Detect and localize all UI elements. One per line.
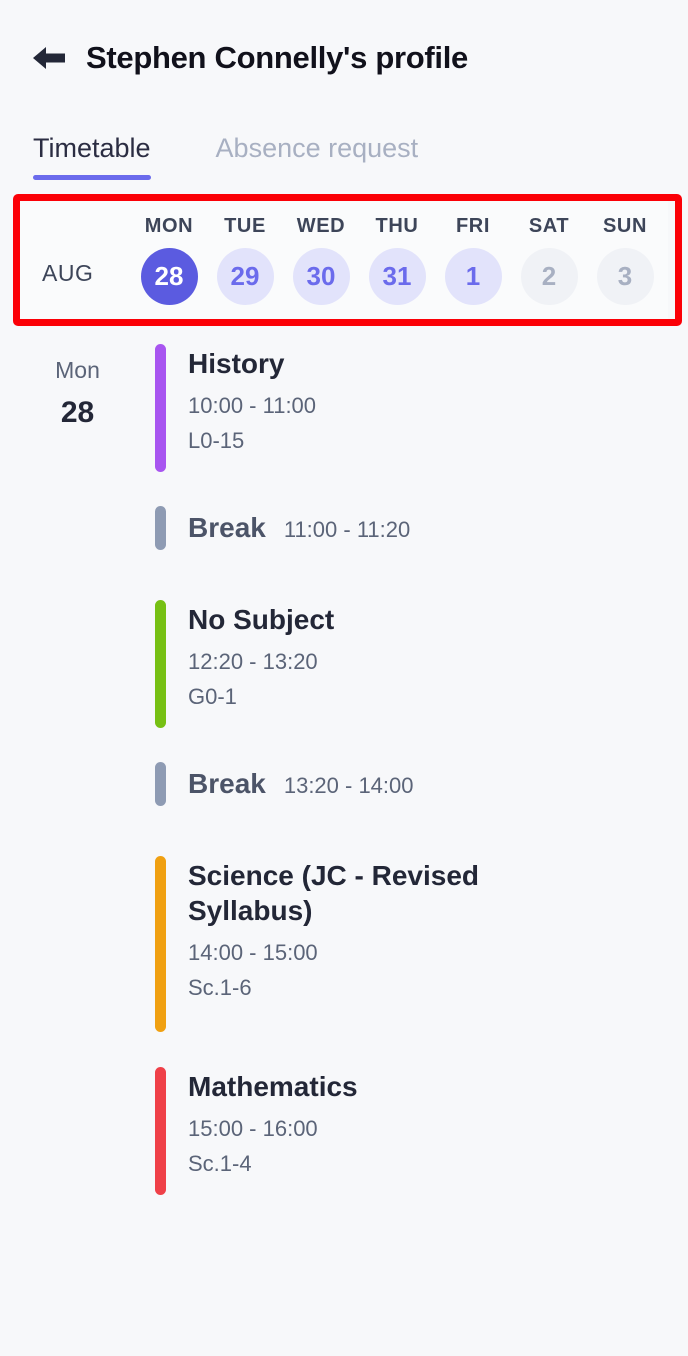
entry-color-bar xyxy=(155,856,166,1032)
tab-timetable-label: Timetable xyxy=(33,133,151,163)
day-cell-thu[interactable]: THU 31 xyxy=(360,215,434,305)
entry-body: Break 11:00 - 11:20 xyxy=(166,512,410,544)
entry-color-bar xyxy=(155,506,166,550)
day-label-sun: SUN xyxy=(602,215,648,237)
tab-bar: Timetable Absence request xyxy=(0,122,688,180)
day-cell-mon[interactable]: MON 28 xyxy=(132,215,206,305)
day-number-tue[interactable]: 29 xyxy=(216,248,274,305)
entry-color-bar xyxy=(155,344,166,472)
entry-body: Break 13:20 - 14:00 xyxy=(166,768,414,800)
entry-color-bar xyxy=(155,1067,166,1195)
entry-time: 10:00 - 11:00 xyxy=(188,393,317,418)
day-cell-sat[interactable]: SAT 2 xyxy=(512,215,586,305)
entry-title: Break xyxy=(188,768,266,799)
entry-title: Break xyxy=(188,512,266,543)
timetable-entry-mathematics[interactable]: Mathematics 15:00 - 16:00 Sc.1-4 xyxy=(155,1067,688,1195)
entry-room: Sc.1-4 xyxy=(188,1151,252,1176)
back-button[interactable] xyxy=(30,35,76,81)
day-list: MON 28 TUE 29 WED 30 THU 31 FRI 1 SAT 2 … xyxy=(132,215,668,305)
entry-body: No Subject 12:20 - 13:20 G0-1 xyxy=(166,600,334,728)
timetable-entry-science[interactable]: Science (JC - Revised Syllabus) 14:00 - … xyxy=(155,856,688,1032)
timetable-entry-break-2[interactable]: Break 13:20 - 14:00 xyxy=(155,760,688,808)
entry-body: Science (JC - Revised Syllabus) 14:00 - … xyxy=(166,856,518,1032)
day-label-fri: FRI xyxy=(455,215,491,237)
day-label-wed: WED xyxy=(296,215,346,237)
day-number-thu[interactable]: 31 xyxy=(368,248,426,305)
day-label-tue: TUE xyxy=(224,215,266,237)
gutter-day-label: Mon xyxy=(55,357,100,383)
page-header: Stephen Connelly's profile xyxy=(0,0,688,86)
entry-body: Mathematics 15:00 - 16:00 Sc.1-4 xyxy=(166,1067,358,1195)
date-strip-section: AUG MON 28 TUE 29 WED 30 THU 31 FRI 1 SA… xyxy=(0,194,688,326)
timetable-entry-no-subject[interactable]: No Subject 12:20 - 13:20 G0-1 xyxy=(155,600,688,728)
day-label-mon: MON xyxy=(144,215,194,237)
arrow-left-icon xyxy=(30,42,68,74)
entry-title: Mathematics xyxy=(188,1071,358,1102)
entry-title: Science (JC - Revised Syllabus) xyxy=(188,860,480,926)
day-number-sun: 3 xyxy=(596,248,654,305)
timetable-list: Mon 28 History 10:00 - 11:00 L0-15 Break… xyxy=(0,326,688,1201)
day-number-fri[interactable]: 1 xyxy=(444,248,502,305)
entry-time: 14:00 - 15:00 xyxy=(188,940,318,965)
timetable-entry-break-1[interactable]: Break 11:00 - 11:20 xyxy=(155,504,688,552)
timetable-entry-history[interactable]: History 10:00 - 11:00 L0-15 xyxy=(155,344,688,472)
entry-time: 15:00 - 16:00 xyxy=(188,1116,318,1141)
timetable-day-gutter: Mon 28 xyxy=(0,344,155,1201)
day-number-sat: 2 xyxy=(520,248,578,305)
day-label-sat: SAT xyxy=(528,215,570,237)
entry-room: G0-1 xyxy=(188,684,237,709)
entry-room: Sc.1-6 xyxy=(188,975,252,1000)
tab-absence-request[interactable]: Absence request xyxy=(216,133,419,180)
entry-color-bar xyxy=(155,600,166,728)
day-label-thu: THU xyxy=(375,215,419,237)
page-title: Stephen Connelly's profile xyxy=(86,40,468,75)
timetable-entries: History 10:00 - 11:00 L0-15 Break 11:00 … xyxy=(155,344,688,1201)
month-label: AUG xyxy=(42,259,94,286)
day-number-mon[interactable]: 28 xyxy=(140,248,198,305)
day-number-wed[interactable]: 30 xyxy=(292,248,350,305)
day-cell-wed[interactable]: WED 30 xyxy=(284,215,358,305)
entry-body: History 10:00 - 11:00 L0-15 xyxy=(166,344,316,472)
day-cell-fri[interactable]: FRI 1 xyxy=(436,215,510,305)
entry-time: 11:00 - 11:20 xyxy=(283,517,411,542)
entry-time: 13:20 - 14:00 xyxy=(283,773,414,798)
gutter-day-number: 28 xyxy=(60,396,95,429)
day-cell-sun[interactable]: SUN 3 xyxy=(588,215,662,305)
entry-title: No Subject xyxy=(188,604,335,635)
tab-timetable[interactable]: Timetable xyxy=(33,133,151,180)
day-cell-tue[interactable]: TUE 29 xyxy=(208,215,282,305)
entry-room: L0-15 xyxy=(188,428,245,453)
entry-color-bar xyxy=(155,762,166,806)
tab-absence-request-label: Absence request xyxy=(215,133,419,163)
entry-title: History xyxy=(188,348,285,379)
week-date-picker[interactable]: AUG MON 28 TUE 29 WED 30 THU 31 FRI 1 SA… xyxy=(20,201,668,319)
entry-time: 12:20 - 13:20 xyxy=(188,649,318,674)
